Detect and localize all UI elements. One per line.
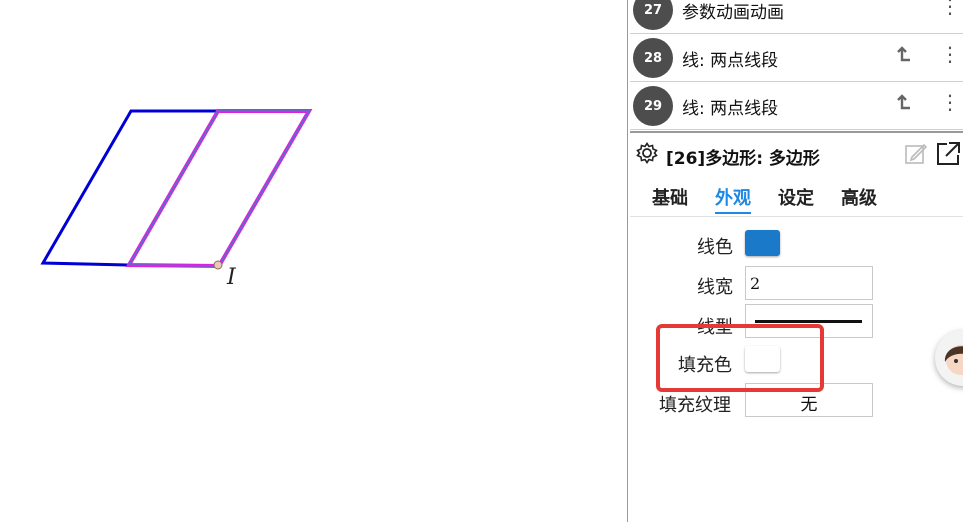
object-label[interactable]: 线: 两点线段 [682, 94, 778, 119]
section-divider [630, 131, 963, 133]
line-style-preview [755, 320, 862, 323]
properties-header: [26]多边形: 多边形 [630, 134, 963, 174]
redefine-icon[interactable] [895, 94, 913, 117]
polygon-26[interactable] [125, 109, 313, 269]
object-label[interactable]: 参数动画动画 [682, 0, 784, 23]
polygon-outline-left[interactable] [40, 109, 221, 267]
more-icon[interactable]: ⋮ [940, 91, 960, 113]
more-icon[interactable]: ⋮ [940, 0, 960, 17]
geometry-view[interactable] [0, 0, 627, 522]
fill-texture-value: 无 [800, 395, 818, 415]
object-label[interactable]: 线: 两点线段 [682, 46, 778, 71]
tab-basic[interactable]: 基础 [652, 184, 688, 210]
redefine-icon[interactable] [895, 46, 913, 69]
algebra-panel: 27 参数动画动画 ⋮ 28 线: 两点线段 ⋮ 29 线: 两点线段 ⋮ [2… [630, 0, 963, 522]
properties-tabs: 基础 外观 设定 高级 [630, 178, 963, 217]
object-row-27[interactable]: 27 参数动画动画 ⋮ [630, 0, 963, 34]
point-i-label: I [227, 265, 236, 290]
object-row-29[interactable]: 29 线: 两点线段 ⋮ [630, 82, 963, 130]
polygon-26-inner-stroke [127, 110, 311, 267]
open-external-icon[interactable] [935, 141, 961, 167]
point-i[interactable] [213, 260, 223, 270]
tab-advanced[interactable]: 高级 [841, 184, 877, 210]
fill-texture-label: 填充纹理 [659, 395, 731, 416]
object-number-badge[interactable]: 29 [633, 86, 673, 126]
more-icon[interactable]: ⋮ [940, 43, 960, 65]
object-number-badge[interactable]: 28 [633, 38, 673, 78]
line-width-value: 2 [750, 274, 761, 293]
line-color-swatch[interactable] [745, 230, 780, 256]
line-color-label: 线色 [697, 237, 733, 258]
highlight-box [656, 324, 824, 392]
object-number-badge[interactable]: 27 [633, 0, 673, 30]
drawing-canvas[interactable]: I [0, 0, 627, 522]
line-width-label: 线宽 [697, 277, 733, 298]
tab-settings[interactable]: 设定 [778, 184, 814, 210]
object-row-28[interactable]: 28 线: 两点线段 ⋮ [630, 34, 963, 82]
line-width-field[interactable]: 2 [745, 266, 873, 300]
gear-icon[interactable] [636, 142, 658, 164]
panel-divider[interactable] [627, 0, 628, 522]
edit-icon[interactable] [904, 142, 928, 166]
properties-title: [26]多边形: 多边形 [666, 149, 820, 169]
tab-appearance[interactable]: 外观 [715, 184, 751, 214]
